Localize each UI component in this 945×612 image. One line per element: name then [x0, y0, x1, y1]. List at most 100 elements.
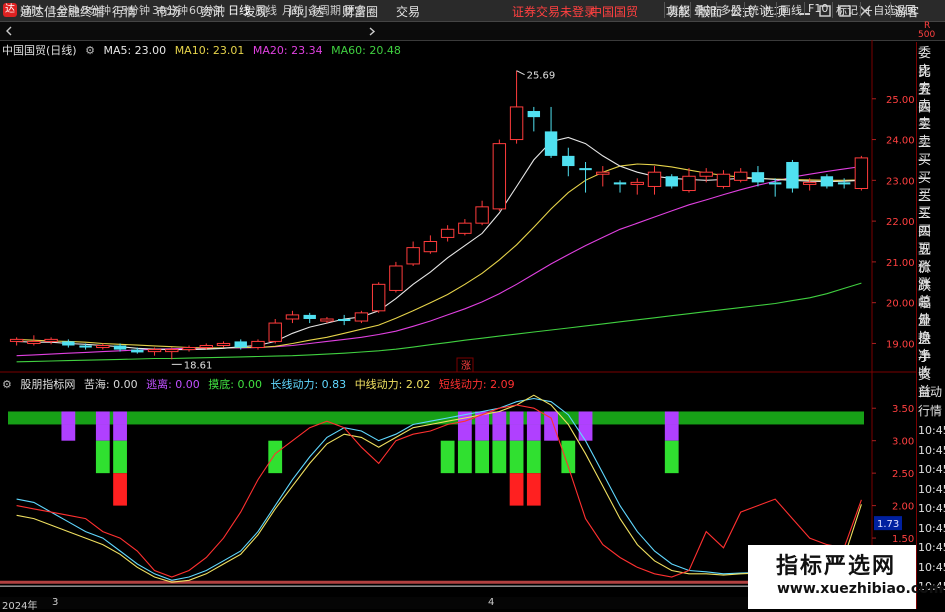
panel-top-mark-500: 500 — [918, 30, 936, 40]
escape-signal-bar — [526, 411, 541, 425]
app-logo-icon: 达 — [3, 3, 17, 17]
candle — [475, 200, 489, 226]
ma20-line — [16, 165, 862, 357]
escape-signal-bar — [492, 424, 507, 441]
price-tick-label: 20.00 — [886, 299, 915, 310]
low-price-label: 18.61 — [184, 360, 213, 371]
price-axis: 25.00 24.00 23.00 22.00 21.00 20.00 19.00 — [872, 95, 915, 350]
candle — [527, 106, 541, 132]
indicator-tick-label: 1.50 — [892, 534, 914, 545]
candle — [492, 139, 507, 211]
escape-signal-bar — [113, 424, 127, 441]
watermark-title: 指标严选网 — [776, 554, 897, 579]
period-15min[interactable]: 15分钟 — [114, 2, 150, 18]
login-status[interactable]: 证券交易未登录 — [512, 3, 596, 20]
candle — [96, 343, 110, 350]
long-line — [16, 397, 862, 583]
escape-signal-bar — [492, 411, 507, 425]
period-monthly[interactable]: 月线 — [282, 2, 304, 18]
indicator-settings-icon[interactable]: ⚙ — [2, 378, 12, 391]
candle — [389, 261, 403, 293]
legend-modi: 摸底: 0.00 — [208, 378, 262, 391]
escape-signal-bar — [664, 424, 679, 441]
legend-taoli: 逃离: 0.00 — [146, 378, 200, 391]
candle — [820, 174, 834, 189]
candle — [216, 341, 231, 348]
panel-quote[interactable]: 行情 — [918, 402, 942, 419]
tool-f10[interactable]: F10 — [804, 2, 831, 15]
indicator-tick-label: 2.50 — [892, 469, 914, 480]
bottom-signal-bar — [664, 440, 679, 474]
menu-item-trade[interactable]: 交易 — [396, 3, 420, 20]
escape-signal-bar — [61, 411, 76, 425]
period-multi[interactable]: 多周期 — [308, 2, 341, 18]
price-tick-label: 22.00 — [886, 217, 915, 228]
candle — [665, 174, 678, 189]
legend-mid: 中线动力: 2.02 — [354, 378, 431, 391]
indicator-tick-label: 3.00 — [892, 437, 914, 448]
high-arrow — [516, 70, 525, 76]
bottom-signal-bar — [526, 440, 541, 474]
tool-draw[interactable]: 画线 — [776, 2, 805, 18]
bottom-signal-bar — [457, 440, 472, 474]
period-weekly[interactable]: 周线 — [255, 2, 277, 18]
candlesticks — [9, 70, 869, 360]
candle — [9, 337, 24, 346]
price-tick-label: 25.00 — [886, 95, 915, 106]
period-1min[interactable]: 1分钟 — [50, 2, 79, 18]
escape-signal-bar — [457, 424, 472, 441]
tool-back[interactable]: 返回 — [890, 2, 919, 18]
period-intraday[interactable]: 分时 — [20, 2, 42, 18]
more-arrow-icon[interactable] — [368, 27, 376, 36]
toolbar-arrow-icon[interactable] — [4, 26, 14, 36]
candle — [458, 219, 472, 236]
price-grid — [0, 40, 916, 609]
panel-auto[interactable]: 自动 — [918, 383, 942, 400]
period-5min[interactable]: 5分钟 — [82, 2, 111, 18]
tick-time-2: 10:45 — [918, 463, 945, 476]
legend-settings-icon[interactable]: ⚙ — [85, 44, 95, 57]
tick-time-5: 10:45 — [918, 521, 945, 535]
tick-time-0: 10:45 — [918, 424, 945, 437]
current-stock-name: 中国国贸 — [590, 5, 639, 19]
candle — [854, 155, 869, 191]
stock-period-label[interactable]: 中国国贸(日线) — [2, 44, 77, 57]
watermark-url: www.xuezhibiao.com — [777, 581, 944, 597]
price-tick-label: 23.00 — [886, 176, 915, 187]
candle — [44, 337, 58, 345]
period-60min[interactable]: 60分钟 — [189, 2, 225, 18]
legend-short: 短线动力: 2.09 — [438, 378, 515, 391]
candle — [647, 166, 662, 195]
chart-canvas[interactable]: 25.00 24.00 23.00 22.00 21.00 20.00 19.00 3.50… — [0, 40, 916, 609]
candle — [562, 147, 575, 177]
candle — [613, 180, 627, 193]
escape-signal-bar — [113, 411, 127, 425]
candle — [630, 178, 644, 195]
tool-mark[interactable]: 标记 — [832, 2, 861, 18]
moving-average-lines — [16, 136, 862, 363]
candle — [751, 166, 765, 187]
tool-multistock[interactable]: 多股 — [716, 2, 745, 18]
tick-time-6: 10:45 — [918, 541, 945, 554]
period-more[interactable]: 更多 — [344, 2, 366, 18]
bottom-signal-bar — [509, 440, 524, 474]
candle — [62, 339, 75, 348]
date-axis — [0, 597, 748, 609]
bottom-signal-bar — [492, 440, 507, 474]
indicator-legend: ⚙ 股朋指标网 苦海: 0.00 逃离: 0.00 摸底: 0.00 长线动力:… — [2, 376, 520, 392]
tick-time-1: 10:45 — [918, 443, 945, 457]
period-daily[interactable]: 日线 — [228, 2, 250, 18]
tool-overlay[interactable]: 叠加 — [690, 2, 719, 18]
main-legend: 中国国贸(日线) ⚙ MA5: 23.00 MA10: 23.01 MA20: … — [2, 42, 406, 58]
chart-annotations: 25.69 18.61 涨 — [171, 70, 555, 373]
candle — [596, 166, 610, 187]
pain-signal-bar — [526, 473, 541, 506]
candle — [423, 235, 438, 254]
escape-signal-bar — [578, 411, 593, 425]
candle — [268, 318, 282, 344]
period-30min[interactable]: 30分钟 — [152, 2, 188, 18]
bottom-signal-bar — [475, 440, 489, 474]
tool-fuquan[interactable]: 复权 — [664, 2, 693, 18]
tool-statistics[interactable]: 统计 — [744, 2, 773, 18]
indicator-name[interactable]: 股朋指标网 — [20, 378, 75, 391]
